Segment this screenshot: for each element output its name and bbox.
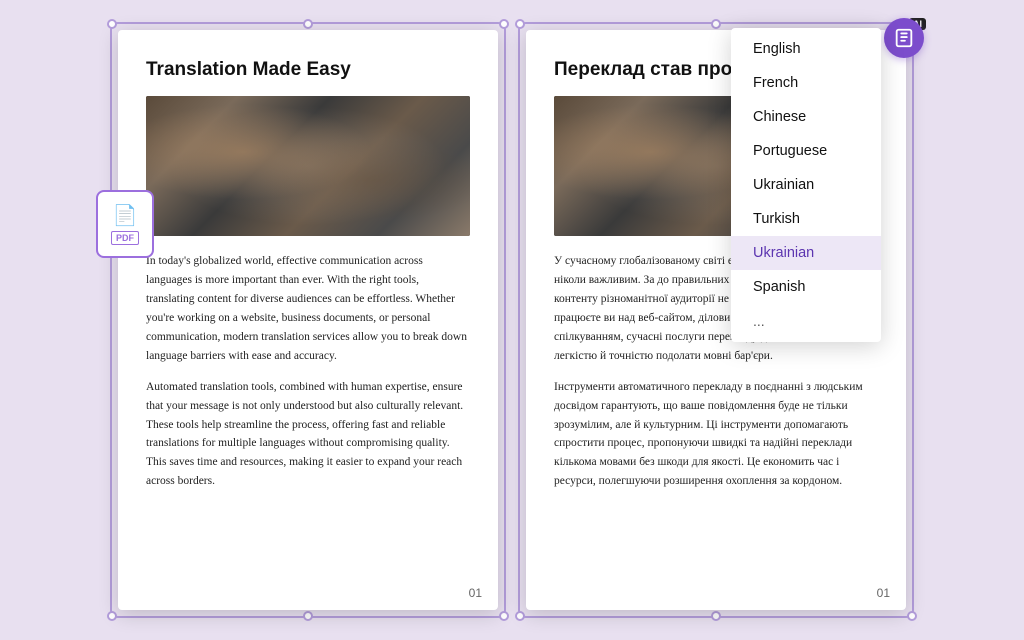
left-page-para2: Automated translation tools, combined wi…: [146, 378, 470, 492]
dropdown-item-ellipsis[interactable]: ...: [731, 304, 881, 338]
left-page-image: [146, 96, 470, 236]
language-dropdown: English French Chinese Portuguese Ukrain…: [731, 28, 881, 342]
right-corner-dot-br: [907, 611, 917, 621]
pages-container: 📄 PDF Translation Made Easy In today's g…: [88, 10, 936, 630]
corner-dot-bm: [303, 611, 313, 621]
right-corner-dot-bl: [515, 611, 525, 621]
right-page-number: 01: [877, 586, 890, 600]
dropdown-item-ukrainian2-selected[interactable]: Ukrainian: [731, 236, 881, 270]
left-page-title: Translation Made Easy: [146, 58, 470, 82]
dropdown-item-english[interactable]: English: [731, 32, 881, 66]
left-page: Translation Made Easy In today's globali…: [118, 30, 498, 610]
corner-dot-tl: [107, 19, 117, 29]
pdf-icon: 📄: [113, 203, 138, 228]
corner-dot-tr: [499, 19, 509, 29]
ai-icon: [893, 27, 915, 49]
right-corner-dot-bm: [711, 611, 721, 621]
dropdown-item-turkish[interactable]: Turkish: [731, 202, 881, 236]
right-page-para2: Інструменти автоматичного перекладу в по…: [554, 378, 878, 492]
left-page-para1: In today's globalized world, effective c…: [146, 252, 470, 366]
right-corner-dot-tl: [515, 19, 525, 29]
left-page-body: In today's globalized world, effective c…: [146, 252, 470, 492]
dropdown-item-portuguese[interactable]: Portuguese: [731, 134, 881, 168]
dropdown-item-chinese[interactable]: Chinese: [731, 100, 881, 134]
pdf-label: PDF: [111, 231, 139, 245]
ai-button[interactable]: [884, 18, 924, 58]
corner-dot-bl: [107, 611, 117, 621]
right-corner-dot-tm: [711, 19, 721, 29]
left-page-wrapper: 📄 PDF Translation Made Easy In today's g…: [118, 30, 498, 610]
left-page-number: 01: [469, 586, 482, 600]
left-page-image-sim: [146, 96, 470, 236]
pdf-badge: 📄 PDF: [96, 190, 154, 258]
corner-dot-tm: [303, 19, 313, 29]
dropdown-item-spanish[interactable]: Spanish: [731, 270, 881, 304]
dropdown-item-ukrainian1[interactable]: Ukrainian: [731, 168, 881, 202]
corner-dot-br: [499, 611, 509, 621]
dropdown-item-french[interactable]: French: [731, 66, 881, 100]
